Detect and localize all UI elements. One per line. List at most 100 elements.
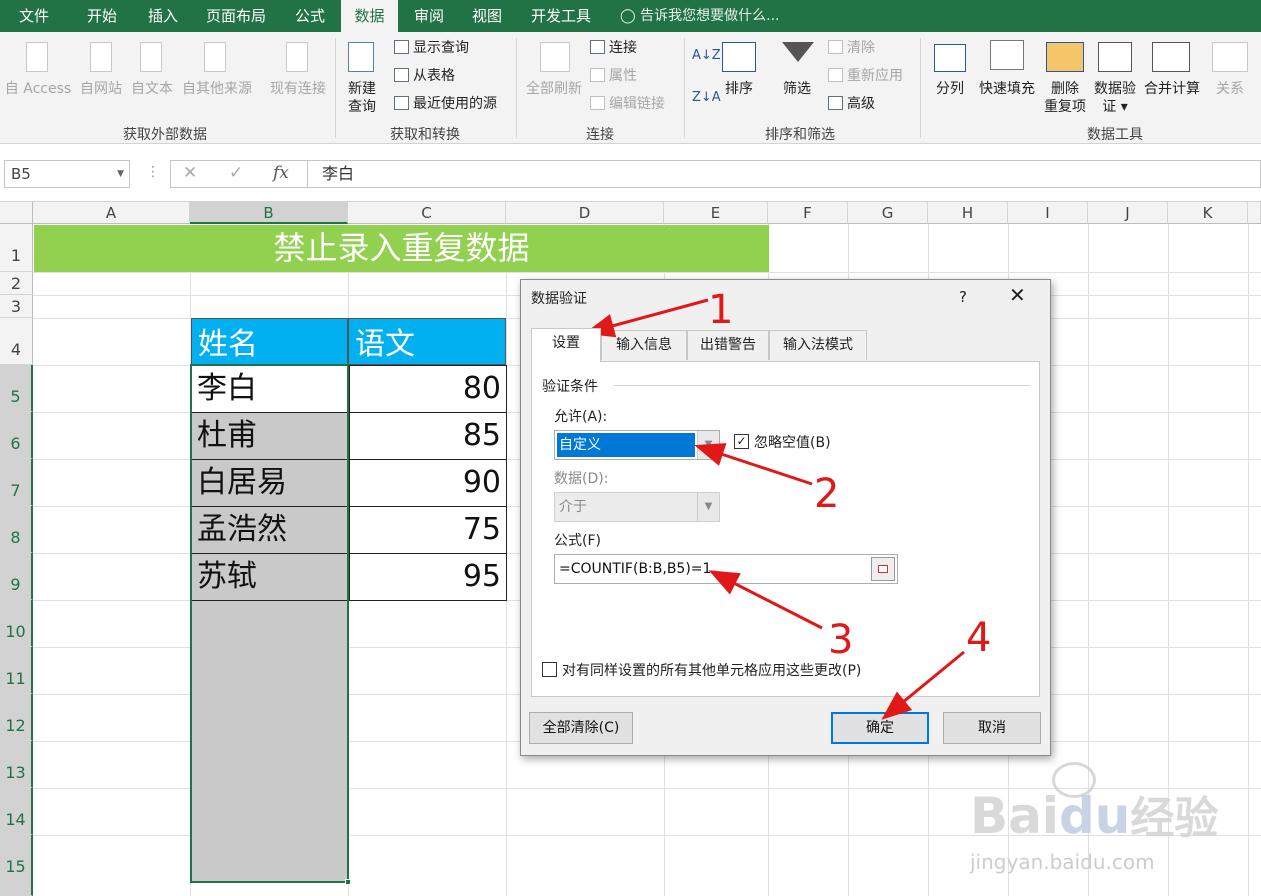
column-header[interactable]: K xyxy=(1168,202,1248,224)
sort-button[interactable]: 排序 xyxy=(718,80,760,98)
flash-fill-button[interactable]: 快速填充 xyxy=(974,80,1040,98)
from-text-button[interactable]: 自文本 xyxy=(128,80,176,98)
refresh-all-button[interactable]: 全部刷新 xyxy=(520,80,588,98)
allow-dropdown[interactable]: 自定义 ▼ xyxy=(554,430,720,460)
cancel-entry-icon[interactable]: ✕ xyxy=(183,163,197,183)
column-header[interactable]: D xyxy=(506,202,664,224)
formula-input[interactable]: 李白 xyxy=(308,160,1261,188)
tab-input-message[interactable]: 输入信息 xyxy=(601,330,687,360)
from-access-button[interactable]: 自 Access xyxy=(2,80,74,98)
consolidate-button[interactable]: 合并计算 xyxy=(1140,80,1204,98)
remove-duplicates-button[interactable]: 删除 重复项 xyxy=(1040,80,1090,116)
text-to-columns-button[interactable]: 分列 xyxy=(928,80,972,98)
name-cell[interactable]: 苏轼 xyxy=(197,554,257,600)
filter-button[interactable]: 筛选 xyxy=(776,80,818,98)
clear-filter-button[interactable]: 清除 xyxy=(828,38,875,58)
show-queries-button[interactable]: 显示查询 xyxy=(394,38,469,58)
fill-handle[interactable] xyxy=(345,879,351,885)
sort-descending-icon[interactable]: Z↓A xyxy=(692,88,721,108)
column-header[interactable]: H xyxy=(928,202,1008,224)
row-header[interactable]: 6 xyxy=(0,412,33,459)
column-header[interactable]: C xyxy=(348,202,506,224)
chevron-down-icon[interactable]: ▼ xyxy=(117,161,124,187)
sort-ascending-icon[interactable]: A↓Z xyxy=(692,46,721,66)
row-header[interactable]: 8 xyxy=(0,506,33,553)
range-select-icon[interactable] xyxy=(871,557,895,581)
header-cell-chinese[interactable]: 语文 xyxy=(348,318,506,365)
row-header[interactable]: 7 xyxy=(0,459,33,506)
tab-settings[interactable]: 设置 xyxy=(531,328,601,362)
apply-all-checkbox[interactable] xyxy=(542,662,557,677)
score-cell[interactable]: 85 xyxy=(349,413,501,459)
connections-button[interactable]: 连接 xyxy=(590,38,637,58)
tab-ime-mode[interactable]: 输入法模式 xyxy=(769,330,867,360)
column-header[interactable]: J xyxy=(1088,202,1168,224)
score-cell[interactable]: 75 xyxy=(349,507,501,553)
score-cell[interactable]: 95 xyxy=(349,554,501,600)
ignore-blank-checkbox[interactable]: ✓ xyxy=(734,434,749,449)
tab-developer[interactable]: 开发工具 xyxy=(522,0,600,32)
row-header[interactable]: 1 xyxy=(0,224,33,272)
tab-insert[interactable]: 插入 xyxy=(134,0,192,32)
cancel-button[interactable]: 取消 xyxy=(943,712,1041,744)
tab-file[interactable]: 文件 xyxy=(0,0,68,32)
close-icon[interactable]: ✕ xyxy=(1009,284,1026,306)
row-header[interactable]: 4 xyxy=(0,318,33,365)
score-cell[interactable]: 90 xyxy=(349,460,501,506)
name-box[interactable]: B5 ▼ xyxy=(4,160,130,188)
tab-review[interactable]: 审阅 xyxy=(404,0,454,32)
tab-page-layout[interactable]: 页面布局 xyxy=(196,0,276,32)
data-validation-button[interactable]: 数据验 证 ▾ xyxy=(1090,80,1140,116)
column-header[interactable]: I xyxy=(1008,202,1088,224)
recent-sources-button[interactable]: 最近使用的源 xyxy=(394,94,497,114)
tab-view[interactable]: 视图 xyxy=(462,0,512,32)
clear-all-button[interactable]: 全部清除(C) xyxy=(529,712,633,744)
row-header[interactable]: 15 xyxy=(0,835,33,896)
name-cell[interactable]: 李白 xyxy=(197,366,257,412)
advanced-filter-button[interactable]: 高级 xyxy=(828,94,875,114)
name-cell[interactable]: 杜甫 xyxy=(197,413,257,459)
properties-button[interactable]: 属性 xyxy=(590,66,637,86)
row-header[interactable]: 14 xyxy=(0,788,33,835)
row-header[interactable]: 5 xyxy=(0,365,33,412)
score-cell[interactable]: 80 xyxy=(349,366,501,412)
column-header[interactable]: G xyxy=(848,202,928,224)
tab-formulas[interactable]: 公式 xyxy=(284,0,336,32)
tab-home[interactable]: 开始 xyxy=(70,0,134,32)
row-header[interactable]: 13 xyxy=(0,741,33,788)
name-cell[interactable]: 孟浩然 xyxy=(197,507,287,553)
header-cell-name[interactable]: 姓名 xyxy=(191,318,348,365)
help-icon[interactable]: ? xyxy=(959,288,967,306)
row-header[interactable]: 11 xyxy=(0,647,33,694)
column-header[interactable]: E xyxy=(664,202,768,224)
title-banner[interactable]: 禁止录入重复数据 xyxy=(34,225,769,272)
tell-me-box[interactable]: ◯ 告诉我您想要做什么... xyxy=(620,0,779,32)
column-header[interactable]: B xyxy=(190,202,348,224)
row-header[interactable]: 9 xyxy=(0,553,33,600)
tab-error-alert[interactable]: 出错警告 xyxy=(687,330,769,360)
edit-links-button[interactable]: 编辑链接 xyxy=(590,94,665,114)
from-table-button[interactable]: 从表格 xyxy=(394,66,455,86)
row-header[interactable]: 3 xyxy=(0,295,33,318)
chevron-down-icon[interactable]: ▼ xyxy=(697,431,719,459)
select-all-corner[interactable] xyxy=(0,202,33,224)
chevron-down-icon[interactable]: ▼ xyxy=(697,493,719,521)
relationships-button[interactable]: 关系 xyxy=(1208,80,1252,98)
formula-input[interactable]: =COUNTIF(B:B,B5)=1 xyxy=(554,554,898,584)
row-header[interactable]: 10 xyxy=(0,600,33,647)
from-web-button[interactable]: 自网站 xyxy=(76,80,126,98)
column-header[interactable]: F xyxy=(768,202,848,224)
new-query-button[interactable]: 新建 查询 xyxy=(340,80,384,116)
existing-connections-button[interactable]: 现有连接 xyxy=(264,80,332,98)
ok-button[interactable]: 确定 xyxy=(831,712,929,744)
tab-data[interactable]: 数据 xyxy=(341,0,398,32)
row-header[interactable]: 2 xyxy=(0,272,33,295)
confirm-entry-icon[interactable]: ✓ xyxy=(229,163,243,183)
data-dropdown[interactable]: 介于 ▼ xyxy=(554,492,720,522)
column-header[interactable]: A xyxy=(33,202,190,224)
row-header[interactable]: 12 xyxy=(0,694,33,741)
name-cell[interactable]: 白居易 xyxy=(197,460,287,506)
reapply-button[interactable]: 重新应用 xyxy=(828,66,903,86)
column-header[interactable] xyxy=(1248,202,1261,224)
insert-function-icon[interactable]: fx xyxy=(273,163,289,183)
